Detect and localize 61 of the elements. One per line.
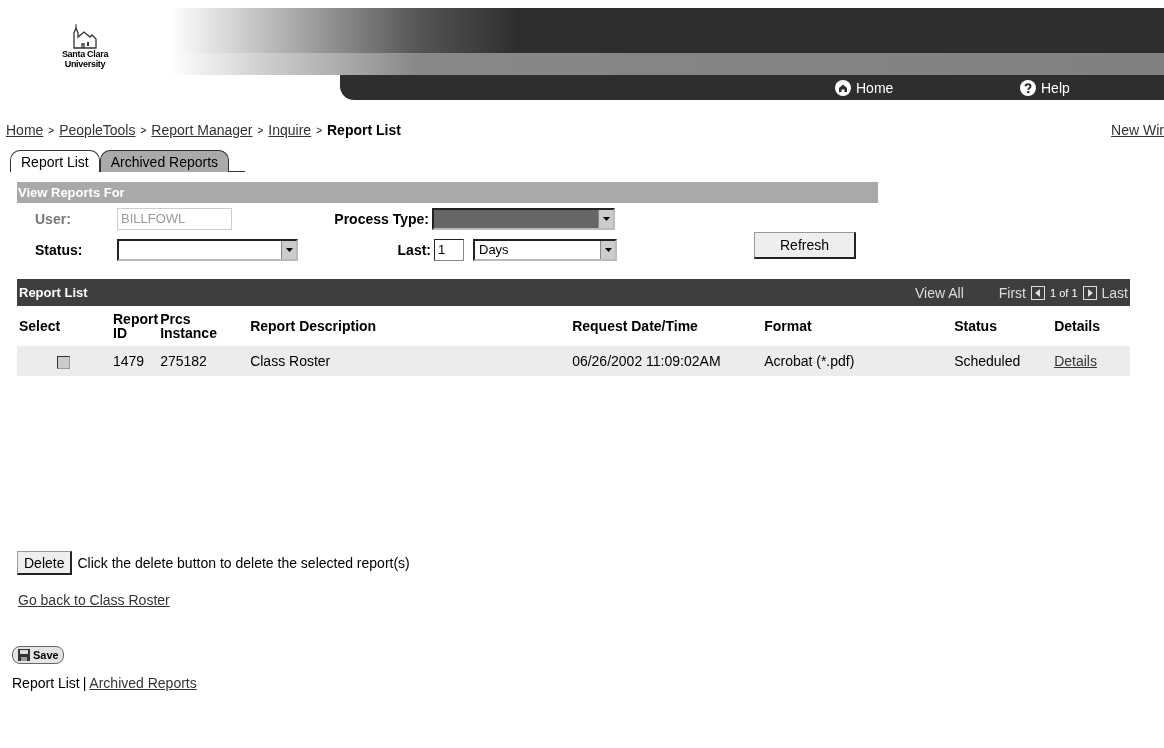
column-header: Request Date/Time <box>571 306 764 346</box>
breadcrumb-current: Report List <box>327 122 401 138</box>
field-label: Last: <box>396 241 432 258</box>
home-icon <box>835 79 851 96</box>
select-checkbox[interactable] <box>57 355 70 369</box>
header-link[interactable]: Help <box>1020 79 1070 96</box>
church-logo-icon <box>70 23 100 49</box>
dropdown-arrow-icon <box>604 247 612 252</box>
field-label: Process Type: <box>333 210 430 227</box>
details-link[interactable]: Details <box>1054 353 1097 369</box>
table-cell: Class Roster <box>250 353 331 369</box>
footer-link[interactable]: Archived Reports <box>89 675 197 691</box>
column-header: Report ID <box>112 306 160 346</box>
column-header: Report Description <box>249 306 572 346</box>
previous-icon[interactable] <box>1031 285 1045 300</box>
last-link[interactable]: Last <box>1101 284 1128 301</box>
table-cell: 1479 <box>113 353 145 369</box>
footer-separator: | <box>82 675 87 691</box>
dropdown-arrow-icon <box>285 247 293 252</box>
breadcrumb-link[interactable]: Home <box>6 122 44 138</box>
period-dropdown[interactable]: Days <box>473 238 617 261</box>
next-icon[interactable] <box>1082 285 1097 300</box>
tab[interactable]: Archived Reports <box>99 150 230 172</box>
table-cell: 275182 <box>160 353 207 369</box>
column-header: Select <box>17 306 112 346</box>
column-header: Format <box>763 306 954 346</box>
dropdown-arrow-icon <box>602 216 610 221</box>
view-all-link[interactable]: View All <box>915 284 964 301</box>
footer-link[interactable]: Report List <box>12 675 80 691</box>
breadcrumb-link[interactable]: Inquire <box>268 122 312 138</box>
table-cell: Scheduled <box>954 353 1021 369</box>
save-button[interactable]: Save <box>12 646 64 664</box>
column-header: Details <box>1053 306 1130 346</box>
grid-title: Report List <box>19 285 88 300</box>
tab[interactable]: Report List <box>10 150 100 172</box>
column-header: Status <box>953 306 1054 346</box>
logo-text: Santa Clara University <box>61 49 109 69</box>
delete-hint: Click the delete button to delete the selected report(s) <box>77 555 410 571</box>
process-type-dropdown[interactable] <box>432 207 615 230</box>
help-icon <box>1020 79 1036 96</box>
back-link[interactable]: Go back to Class Roster <box>18 592 170 608</box>
section-header: View Reports For <box>17 182 878 203</box>
breadcrumb-separator: > <box>140 124 147 136</box>
status-dropdown[interactable] <box>117 238 298 261</box>
breadcrumb-separator: > <box>316 124 322 136</box>
table-cell: 06/26/2002 11:09:02AM <box>572 353 721 369</box>
refresh-button[interactable]: Refresh <box>754 232 856 259</box>
breadcrumb-separator: > <box>48 124 55 136</box>
field-label: Status: <box>34 241 84 258</box>
last-field[interactable]: 1 <box>434 238 464 261</box>
field-label: User: <box>34 210 72 227</box>
breadcrumb-link[interactable]: PeopleTools <box>59 122 136 138</box>
new-window-link[interactable]: New Wir <box>1111 122 1164 138</box>
breadcrumb-separator: > <box>257 124 264 136</box>
breadcrumb-link[interactable]: Report Manager <box>151 122 253 138</box>
page-count: 1 of 1 <box>1050 286 1078 299</box>
header-link[interactable]: Home <box>835 79 1020 96</box>
first-link[interactable]: First <box>998 284 1026 301</box>
delete-button[interactable]: Delete <box>17 551 73 575</box>
column-header: Prcs Instance <box>159 306 250 346</box>
table-cell: Acrobat (*.pdf) <box>764 353 855 369</box>
